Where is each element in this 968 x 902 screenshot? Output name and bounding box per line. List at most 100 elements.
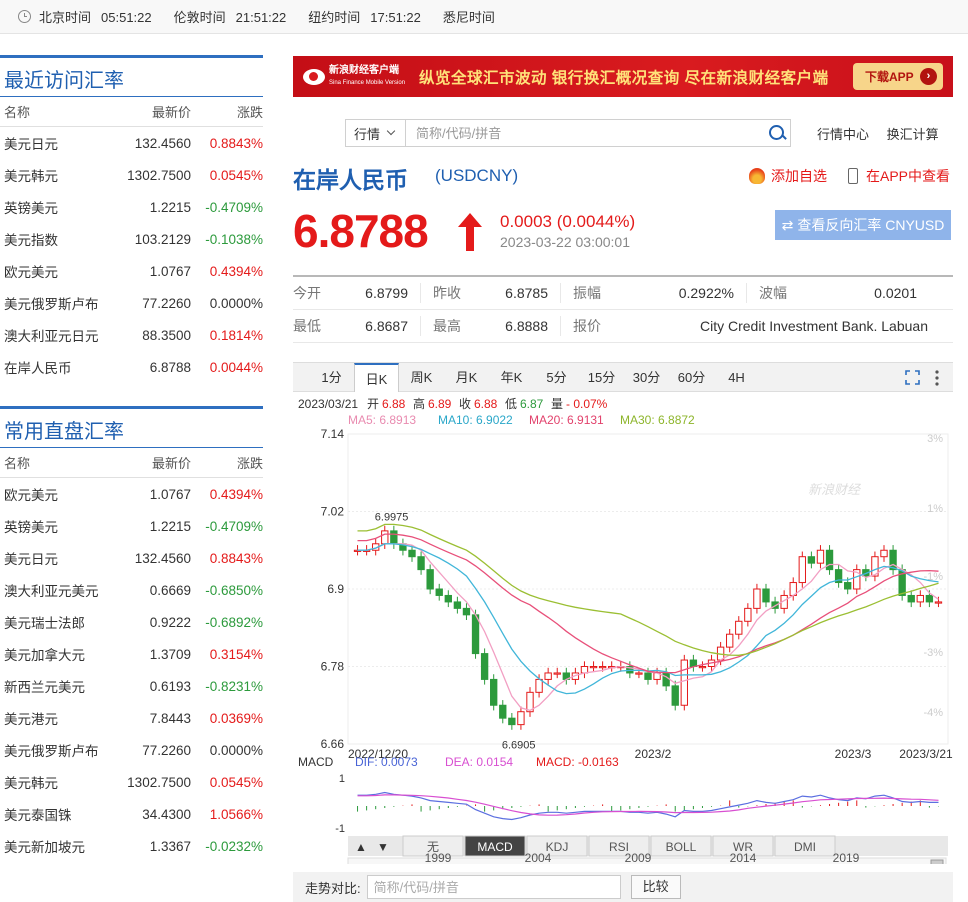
- rate-row[interactable]: 美元新加坡元 1.3367 -0.0232%: [0, 830, 263, 862]
- rate-row[interactable]: 美元俄罗斯卢布 77.2260 0.0000%: [0, 287, 263, 319]
- rate-name[interactable]: 美元韩元: [0, 165, 120, 185]
- rate-row[interactable]: 美元港元 7.8443 0.0369%: [0, 702, 263, 734]
- flame-icon: [749, 168, 765, 184]
- rate-name[interactable]: 美元加拿大元: [0, 644, 120, 664]
- rate-name[interactable]: 美元俄罗斯卢布: [0, 740, 120, 760]
- rate-name[interactable]: 美元泰国铢: [0, 804, 120, 824]
- chart-period-tabs: 1分 日K 周K 月K 年K 5分 15分 30分 60分 4H: [293, 362, 953, 392]
- quote-stats: 今开 6.8799 昨收 6.8785 振幅 0.2922% 波幅 0.0201…: [293, 275, 953, 343]
- rate-row[interactable]: 新西兰元美元 0.6193 -0.8231%: [0, 670, 263, 702]
- rate-row[interactable]: 美元加拿大元 1.3709 0.3154%: [0, 638, 263, 670]
- rate-row[interactable]: 美元指数 103.2129 -0.1038%: [0, 223, 263, 255]
- candle-body: [462, 607, 471, 616]
- rate-row[interactable]: 美元韩元 1302.7500 0.0545%: [0, 159, 263, 191]
- rate-change: -0.1038%: [205, 231, 263, 247]
- candle-body: [735, 620, 743, 635]
- stat-value-range: 0.0201: [874, 285, 917, 301]
- search-input[interactable]: [406, 121, 764, 145]
- scroll-left-icon: ▲: [355, 840, 367, 854]
- candle-body: [480, 653, 489, 680]
- rate-row[interactable]: 美元日元 132.4560 0.8843%: [0, 127, 263, 159]
- ma20-label: MA20: 6.9131: [529, 413, 604, 427]
- rate-row[interactable]: 欧元美元 1.0767 0.4394%: [0, 478, 263, 510]
- rate-name[interactable]: 澳大利亚元美元: [0, 580, 120, 600]
- rate-row[interactable]: 美元日元 132.4560 0.8843%: [0, 542, 263, 574]
- fx-calculator-link[interactable]: 换汇计算: [887, 127, 939, 142]
- app-banner[interactable]: 新浪财经客户端 Sina Finance Mobile Version 纵览全球汇…: [293, 56, 953, 97]
- rate-row[interactable]: 澳大利亚元日元 88.3500 0.1814%: [0, 319, 263, 351]
- reverse-rate-button[interactable]: ⇄ 查看反向汇率 CNYUSD: [775, 210, 951, 240]
- rate-name[interactable]: 美元瑞士法郎: [0, 612, 120, 632]
- tab-period[interactable]: 15分: [579, 363, 624, 392]
- candle-body: [580, 666, 589, 674]
- kline-chart[interactable]: 2023/03/21 开 6.88 高 6.89 收 6.88 低 6.87 量 - 0.07%MA…: [293, 394, 953, 864]
- rate-name[interactable]: 美元日元: [0, 548, 120, 568]
- rate-row[interactable]: 美元泰国铢 34.4300 1.0566%: [0, 798, 263, 830]
- tab-period[interactable]: 月K: [444, 363, 489, 392]
- candle-body: [490, 678, 498, 706]
- compare-input[interactable]: [366, 875, 621, 899]
- rate-price: 7.8443: [149, 710, 191, 726]
- rate-name[interactable]: 美元新加坡元: [0, 836, 120, 856]
- rate-name[interactable]: 英镑美元: [0, 197, 120, 217]
- rate-row[interactable]: 在岸人民币 6.8788 0.0044%: [0, 351, 263, 383]
- rate-name[interactable]: 美元指数: [0, 229, 120, 249]
- rate-change: 0.0000%: [209, 742, 263, 758]
- candle-body: [508, 717, 516, 726]
- tab-period[interactable]: 4H: [714, 363, 759, 392]
- download-app-button[interactable]: 下载APP ›: [853, 63, 943, 90]
- rate-name[interactable]: 美元日元: [0, 133, 120, 153]
- rate-row[interactable]: 英镑美元 1.2215 -0.4709%: [0, 191, 263, 223]
- tab-period[interactable]: 5分: [534, 363, 579, 392]
- up-arrow-icon: [458, 213, 482, 251]
- rate-name[interactable]: 美元俄罗斯卢布: [0, 293, 120, 313]
- market-center-link[interactable]: 行情中心: [817, 127, 869, 142]
- macd-tick: 1: [339, 773, 345, 785]
- rate-change: 0.4394%: [209, 263, 263, 279]
- tab-period[interactable]: 年K: [489, 363, 534, 392]
- candle-body: [471, 614, 480, 655]
- rate-price: 103.2129: [134, 231, 191, 247]
- pct-tick-label: -3%: [923, 647, 943, 659]
- rate-change: 0.4394%: [209, 486, 263, 502]
- search-icon[interactable]: [764, 120, 790, 146]
- rate-row[interactable]: 美元俄罗斯卢布 77.2260 0.0000%: [0, 734, 263, 766]
- fullscreen-icon[interactable]: [905, 370, 920, 385]
- market-select[interactable]: 行情: [346, 120, 406, 146]
- stat-label: 最低: [293, 318, 321, 334]
- rate-name[interactable]: 在岸人民币: [0, 357, 120, 377]
- candle-body: [517, 711, 525, 726]
- add-favorite-button[interactable]: 添加自选: [749, 166, 827, 186]
- rate-name[interactable]: 英镑美元: [0, 516, 120, 536]
- timeline-tick: 2004: [525, 851, 552, 864]
- y-tick-label: 6.9: [327, 582, 344, 596]
- tab-period[interactable]: 30分: [624, 363, 669, 392]
- indicator-tab-label: DMI: [794, 840, 816, 854]
- ohlc-info: - 0.07%: [566, 397, 608, 411]
- tab-period[interactable]: 周K: [399, 363, 444, 392]
- rate-row[interactable]: 澳大利亚元美元 0.6669 -0.6850%: [0, 574, 263, 606]
- rate-price: 1302.7500: [127, 774, 191, 790]
- rate-row[interactable]: 欧元美元 1.0767 0.4394%: [0, 255, 263, 287]
- rate-row[interactable]: 英镑美元 1.2215 -0.4709%: [0, 510, 263, 542]
- tab-period[interactable]: 1分: [309, 363, 354, 392]
- tab-period[interactable]: 60分: [669, 363, 714, 392]
- rate-name[interactable]: 美元港元: [0, 708, 120, 728]
- tab-period[interactable]: 日K: [354, 362, 399, 392]
- rate-name[interactable]: 澳大利亚元日元: [0, 325, 120, 345]
- rate-name[interactable]: 欧元美元: [0, 261, 120, 281]
- more-icon[interactable]: [935, 370, 939, 386]
- stat-value-open: 6.8799: [365, 285, 408, 301]
- timeline-tick: 2014: [730, 851, 757, 864]
- compare-button[interactable]: 比较: [630, 875, 681, 899]
- rate-name[interactable]: 新西兰元美元: [0, 676, 120, 696]
- rate-name[interactable]: 美元韩元: [0, 772, 120, 792]
- stat-value-high: 6.8888: [505, 318, 548, 334]
- ohlc-info: 6.88: [382, 397, 406, 411]
- timeline-handle[interactable]: [930, 859, 944, 864]
- view-in-app-button[interactable]: 在APP中查看: [848, 166, 950, 186]
- rate-row[interactable]: 美元韩元 1302.7500 0.0545%: [0, 766, 263, 798]
- rate-row[interactable]: 美元瑞士法郎 0.9222 -0.6892%: [0, 606, 263, 638]
- rate-name[interactable]: 欧元美元: [0, 484, 120, 504]
- rate-change: 0.0545%: [209, 167, 263, 183]
